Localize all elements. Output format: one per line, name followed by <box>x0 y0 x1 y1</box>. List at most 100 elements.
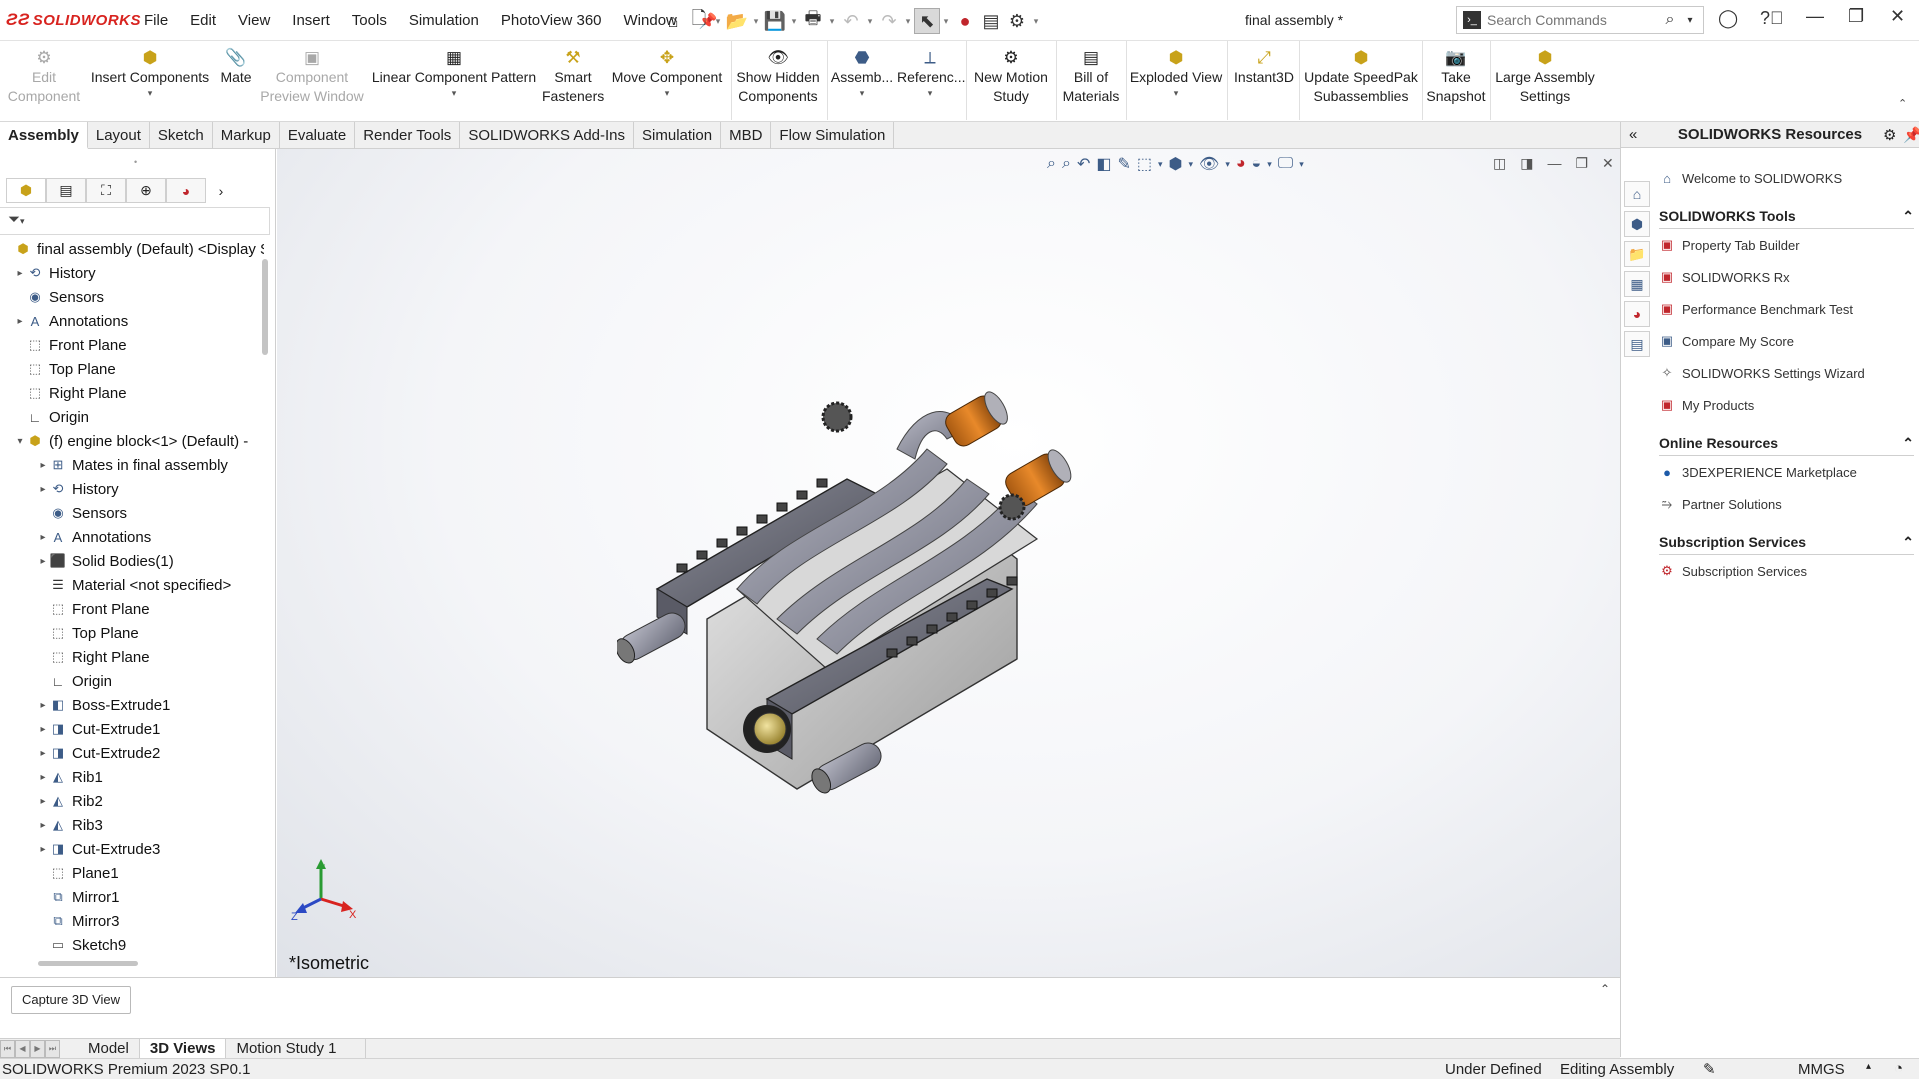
print-icon[interactable]: 🖶 <box>800 8 826 34</box>
zoom-to-fit-icon[interactable]: ⌕ <box>1047 155 1056 173</box>
menu-insert[interactable]: Insert <box>292 12 330 30</box>
open-icon[interactable]: 📂 <box>724 8 750 34</box>
tree-node[interactable]: ⧉ Mirror1 <box>0 885 264 909</box>
graphics-area[interactable]: ⌕ ⌕ ↶ ◧ ✎ ⬚ ▾ ⬢ ▾ 👁 ▾ ◕ ◒ ▾ 🖵 ▾ ◫ ◨ — ❐ ✕ <box>277 149 1620 977</box>
expand-arrow-icon[interactable]: ▸ <box>37 700 49 711</box>
file-explorer-icon[interactable]: 📁 <box>1624 241 1650 267</box>
save-dropdown-icon[interactable]: ▾ <box>788 16 800 27</box>
redo-dropdown-icon[interactable]: ▾ <box>902 16 914 27</box>
engine-assembly-model[interactable] <box>617 289 1177 809</box>
bill-of-materials-button[interactable]: ▤ Bill of Materials <box>1058 45 1124 106</box>
edit-appearance-icon[interactable]: ◕ <box>1236 155 1246 173</box>
tile-left-icon[interactable]: ◫ <box>1493 155 1506 172</box>
show-hidden-button[interactable]: 👁 Show Hidden Components <box>733 45 823 106</box>
undo-dropdown-icon[interactable]: ▾ <box>864 16 876 27</box>
tree-node[interactable]: ▸ ◨ Cut-Extrude3 <box>0 837 264 861</box>
exploded-view-dropdown-icon[interactable]: ▾ <box>1128 87 1224 99</box>
tree-node[interactable]: ▸ ◭ Rib3 <box>0 813 264 837</box>
select-dropdown-icon[interactable]: ▾ <box>940 16 952 27</box>
tree-node[interactable]: ▸ ◨ Cut-Extrude2 <box>0 741 264 765</box>
tree-node[interactable]: ▸ ⊞ Mates in final assembly <box>0 453 264 477</box>
next-tab-icon[interactable]: ▶ <box>30 1039 45 1058</box>
tree-node[interactable]: ▸ A Annotations <box>0 525 264 549</box>
assembly-features-dropdown-icon[interactable]: ▾ <box>829 87 895 99</box>
collapse-arrow-icon[interactable]: ▾ <box>14 436 26 447</box>
property-manager-tab-icon[interactable]: ▤ <box>46 178 86 203</box>
pane-grip-icon[interactable]: • <box>134 157 137 167</box>
tree-node[interactable]: ◉ Sensors <box>0 501 264 525</box>
search-commands[interactable]: ›_ ⌕ ▾ <box>1456 6 1704 34</box>
tree-node[interactable]: ▸ ◭ Rib1 <box>0 765 264 789</box>
take-snapshot-button[interactable]: 📷 Take Snapshot <box>1424 45 1488 106</box>
tree-node[interactable]: ▸ A Annotations <box>0 309 264 333</box>
tab-sketch[interactable]: Sketch <box>150 122 213 149</box>
tab-motion-study[interactable]: Motion Study 1 <box>226 1038 367 1059</box>
tree-node[interactable]: ▸ ◧ Boss-Extrude1 <box>0 693 264 717</box>
move-component-button[interactable]: ✥ Move Component ▾ <box>606 45 728 99</box>
restore-icon[interactable]: ❐ <box>1848 6 1864 27</box>
tree-node[interactable]: ▸ ⟲ History <box>0 261 264 285</box>
viewport-restore-icon[interactable]: ❐ <box>1575 155 1588 172</box>
move-component-dropdown-icon[interactable]: ▾ <box>606 87 728 99</box>
view-palette-icon[interactable]: ▦ <box>1624 271 1650 297</box>
display-manager-tab-icon[interactable]: ◕ <box>166 178 206 203</box>
options-gear-icon[interactable]: ⚙ <box>1004 8 1030 34</box>
last-tab-icon[interactable]: ⏭ <box>45 1039 60 1058</box>
close-icon[interactable]: ✕ <box>1890 6 1905 27</box>
unit-system[interactable]: MMGS <box>1798 1061 1845 1078</box>
tree-node[interactable]: ⬚ Top Plane <box>0 621 264 645</box>
tab-addins[interactable]: SOLIDWORKS Add-Ins <box>460 122 635 149</box>
settings-wizard-link[interactable]: ✧ SOLIDWORKS Settings Wizard <box>1659 357 1914 389</box>
expand-arrow-icon[interactable]: ▸ <box>37 772 49 783</box>
expand-arrow-icon[interactable]: ▸ <box>37 484 49 495</box>
menu-photoview[interactable]: PhotoView 360 <box>501 12 602 30</box>
tree-horizontal-scrollbar[interactable] <box>38 961 138 966</box>
menu-simulation[interactable]: Simulation <box>409 12 479 30</box>
tab-model[interactable]: Model <box>78 1038 140 1059</box>
reference-geometry-button[interactable]: ⟂ Referenc... ▾ <box>897 45 965 99</box>
expand-arrow-icon[interactable]: ▸ <box>14 316 26 327</box>
prev-tab-icon[interactable]: ◀ <box>15 1039 30 1058</box>
select-icon[interactable]: ⬉ <box>914 8 940 34</box>
minimize-icon[interactable]: — <box>1806 6 1824 27</box>
dynamic-annotation-icon[interactable]: ✎ <box>1117 154 1130 174</box>
mate-button[interactable]: 📎 Mate <box>214 45 258 87</box>
tree-node[interactable]: ⬚ Right Plane <box>0 381 264 405</box>
rebuild-icon[interactable]: ✎ <box>1703 1060 1716 1078</box>
tree-node[interactable]: ⬚ Top Plane <box>0 357 264 381</box>
smart-fasteners-button[interactable]: ⚒ Smart Fasteners <box>542 45 604 106</box>
first-tab-icon[interactable]: ⏮ <box>0 1039 15 1058</box>
tile-right-icon[interactable]: ◨ <box>1520 155 1533 172</box>
collapse-bottom-icon[interactable]: ⌃ <box>1600 982 1610 996</box>
exploded-view-button[interactable]: ⬢ Exploded View ▾ <box>1128 45 1224 99</box>
tree-node[interactable]: ⬚ Front Plane <box>0 333 264 357</box>
assembly-features-button[interactable]: ⬣ Assemb... ▾ <box>829 45 895 99</box>
section-view-icon[interactable]: ◧ <box>1096 154 1111 174</box>
tab-assembly[interactable]: Assembly <box>0 122 88 149</box>
tree-node[interactable]: ⬚ Plane1 <box>0 861 264 885</box>
benchmark-link[interactable]: ▣ Performance Benchmark Test <box>1659 293 1914 325</box>
tree-node[interactable]: ◉ Sensors <box>0 285 264 309</box>
previous-view-icon[interactable]: ↶ <box>1077 154 1090 174</box>
tree-node[interactable]: ▭ Sketch9 <box>0 933 264 957</box>
expand-arrow-icon[interactable]: ▸ <box>37 748 49 759</box>
expand-arrow-icon[interactable]: ▸ <box>37 844 49 855</box>
capture-3d-view-button[interactable]: Capture 3D View <box>11 986 132 1014</box>
collapse-pane-icon[interactable]: « <box>1629 126 1637 143</box>
collapse-icon[interactable]: ⌃ <box>1902 534 1914 551</box>
new-motion-study-button[interactable]: ⚙ New Motion Study <box>968 45 1054 106</box>
search-input[interactable] <box>1487 12 1657 28</box>
zoom-area-icon[interactable]: ⌕ <box>1062 155 1071 173</box>
compare-score-link[interactable]: ▣ Compare My Score <box>1659 325 1914 357</box>
save-icon[interactable]: 💾 <box>762 8 788 34</box>
edit-component-button[interactable]: ⚙ Edit Component <box>2 45 86 106</box>
menu-view[interactable]: View <box>238 12 270 30</box>
help-icon[interactable]: ?⃝ <box>1760 8 1784 29</box>
tab-flow-simulation[interactable]: Flow Simulation <box>771 122 895 149</box>
search-dropdown-icon[interactable]: ▾ <box>1683 7 1697 33</box>
my-products-link[interactable]: ▣ My Products <box>1659 389 1914 421</box>
viewport-close-icon[interactable]: ✕ <box>1602 155 1614 172</box>
marketplace-link[interactable]: ● 3DEXPERIENCE Marketplace <box>1659 456 1914 488</box>
welcome-link[interactable]: ⌂ Welcome to SOLIDWORKS <box>1659 162 1914 194</box>
tree-filter[interactable]: ⏷▾ <box>0 207 270 235</box>
